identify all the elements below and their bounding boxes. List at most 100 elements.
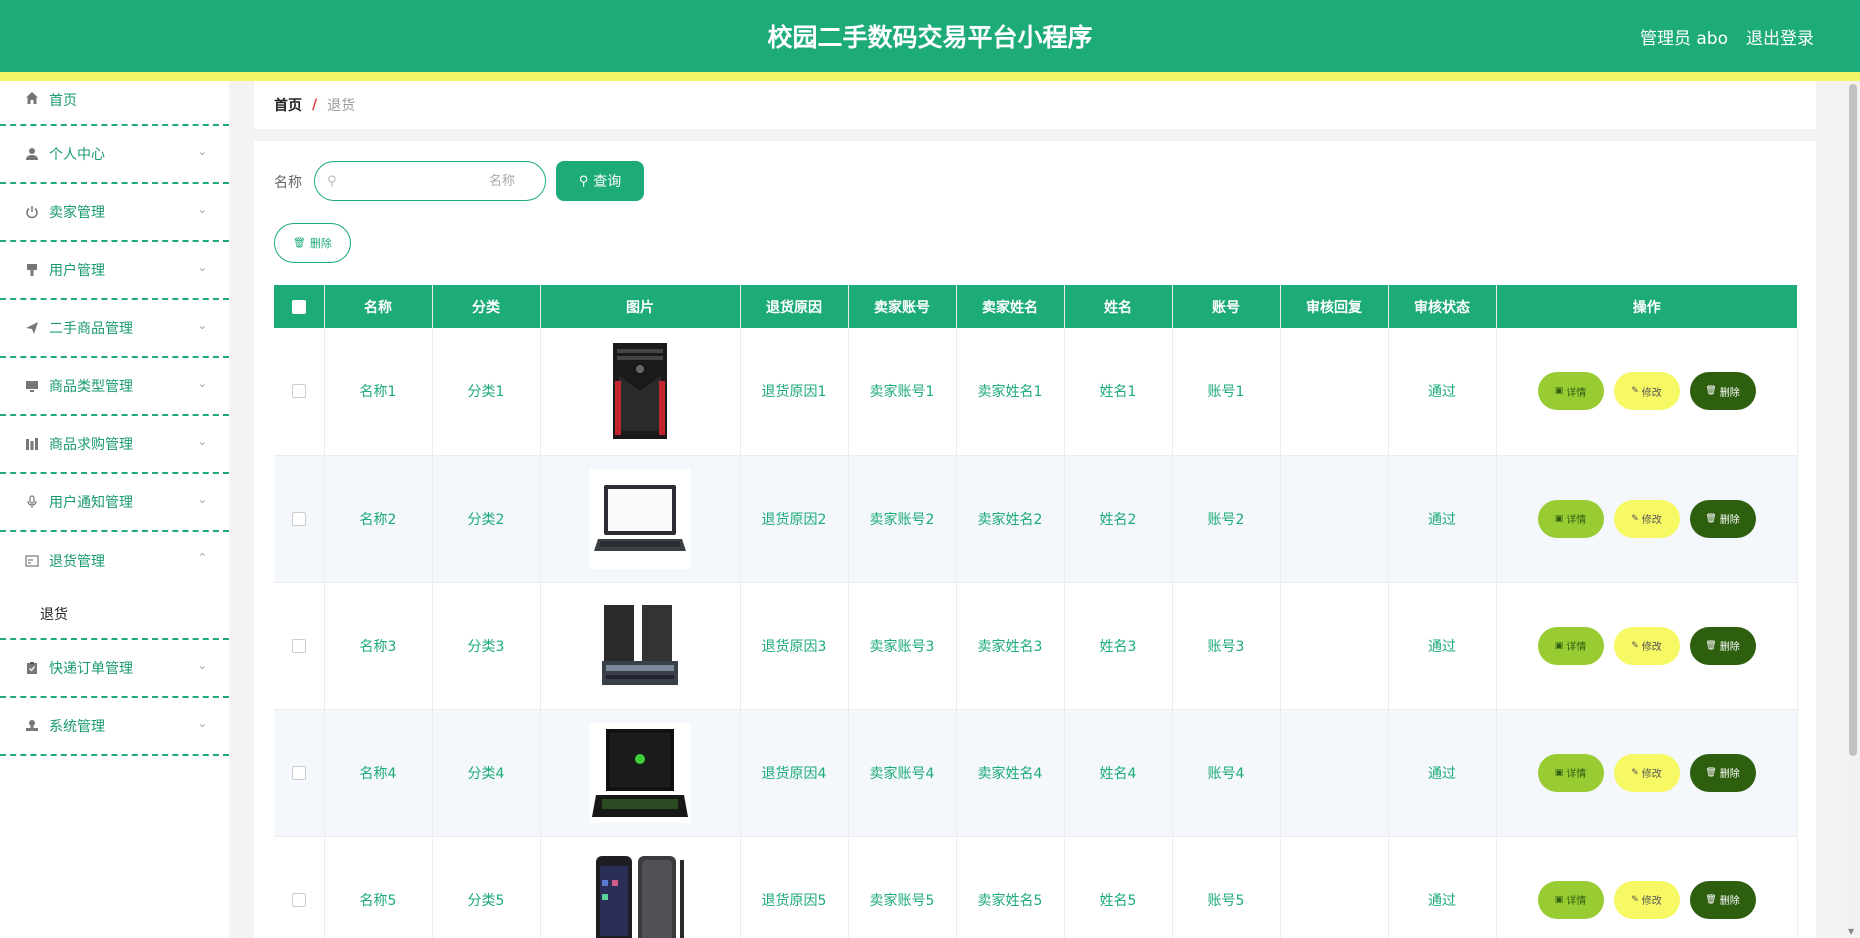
sidebar-item-system[interactable]: 系统管理 ⌄	[0, 698, 229, 756]
edit-button[interactable]: ✎ 修改	[1613, 753, 1680, 792]
document-icon: ▣	[1554, 513, 1564, 524]
cell-reason: 退货原因1	[740, 328, 849, 456]
row-checkbox-cell	[274, 455, 325, 583]
sidebar-item-users[interactable]: 用户管理 ⌄	[0, 242, 229, 300]
sidebar-item-returns[interactable]: 退货管理 ⌃	[0, 532, 229, 590]
scroll-down-icon[interactable]: ▼	[1848, 927, 1854, 936]
delete-button[interactable]: 🗑 删除	[1689, 499, 1756, 538]
sidebar-item-label: 退货管理	[49, 554, 105, 570]
chevron-down-icon: ⌄	[197, 145, 207, 158]
sidebar-item-label: 商品求购管理	[49, 437, 133, 453]
row-checkbox[interactable]	[291, 892, 306, 907]
top-header: 校园二手数码交易平台小程序 管理员 abo 退出登录	[0, 0, 1860, 81]
sidebar-item-label: 首页	[49, 93, 77, 109]
row-checkbox[interactable]	[291, 511, 306, 526]
sidebar-item-purchase-request[interactable]: 商品求购管理 ⌄	[0, 416, 229, 474]
chevron-down-icon: ⌄	[197, 377, 207, 390]
sidebar-item-home[interactable]: 首页	[0, 81, 229, 126]
edit-button[interactable]: ✎ 修改	[1613, 372, 1680, 411]
sidebar-item-notification[interactable]: 用户通知管理 ⌄	[0, 474, 229, 532]
pc-tower-image	[590, 341, 690, 441]
edit-button[interactable]: ✎ 修改	[1613, 626, 1680, 665]
edit-button[interactable]: ✎ 修改	[1613, 499, 1680, 538]
vertical-scrollbar[interactable]: ▼	[1846, 81, 1860, 938]
detail-button[interactable]: ▣ 详情	[1537, 753, 1604, 792]
cell-account: 账号4	[1172, 709, 1281, 837]
select-all-checkbox[interactable]	[291, 299, 306, 314]
detail-button[interactable]: ▣ 详情	[1537, 626, 1604, 665]
submenu-item-returns[interactable]: 退货	[0, 590, 229, 640]
delete-button[interactable]: 🗑 删除	[1689, 372, 1756, 411]
detail-button[interactable]: ▣ 详情	[1537, 499, 1604, 538]
detail-button[interactable]: ▣ 详情	[1537, 372, 1604, 411]
delete-label: 删除	[1719, 387, 1740, 399]
chevron-down-icon: ⌄	[197, 203, 207, 216]
cell-reason: 退货原因2	[740, 455, 849, 583]
sidebar-item-label: 二手商品管理	[49, 321, 133, 337]
search-button[interactable]: ⚲ 查询	[556, 161, 644, 201]
edit-button[interactable]: ✎ 修改	[1613, 880, 1680, 919]
pencil-icon: ✎	[1631, 386, 1639, 397]
chevron-down-icon: ⌄	[197, 659, 207, 672]
home-icon	[24, 90, 40, 106]
cell-image	[540, 709, 741, 837]
breadcrumb-home[interactable]: 首页	[274, 95, 302, 115]
row-checkbox[interactable]	[291, 765, 306, 780]
clipboard-icon	[24, 660, 40, 676]
cell-status: 通过	[1388, 582, 1497, 710]
col-header: 操作	[1496, 285, 1797, 328]
app-title: 校园二手数码交易平台小程序	[767, 23, 1093, 52]
microphone-icon	[24, 494, 40, 510]
cell-actions: ▣ 详情 ✎ 修改 🗑 删除	[1496, 455, 1798, 583]
scrollbar-thumb[interactable]	[1849, 84, 1857, 756]
batch-delete-button[interactable]: 🗑 删除	[274, 223, 351, 263]
cell-account: 账号5	[1172, 836, 1281, 938]
sidebar-item-express-orders[interactable]: 快递订单管理 ⌄	[0, 640, 229, 698]
cell-name: 名称1	[324, 328, 433, 456]
search-icon: ⚲	[327, 173, 337, 189]
chevron-down-icon: ⌄	[197, 261, 207, 274]
sidebar-item-goods-type[interactable]: 商品类型管理 ⌄	[0, 358, 229, 416]
cell-reply	[1280, 836, 1389, 938]
row-checkbox[interactable]	[291, 638, 306, 653]
cell-category: 分类1	[432, 328, 541, 456]
delete-label: 删除	[1719, 769, 1740, 780]
chevron-up-icon: ⌃	[197, 551, 207, 564]
cell-image	[540, 455, 741, 583]
cell-actions: ▣ 详情 ✎ 修改 🗑 删除	[1496, 582, 1798, 710]
sidebar-item-secondhand-goods[interactable]: 二手商品管理 ⌄	[0, 300, 229, 358]
col-header: 审核状态	[1388, 285, 1497, 328]
cell-reply	[1280, 328, 1389, 456]
row-checkbox[interactable]	[291, 384, 306, 399]
detail-label: 详情	[1566, 515, 1587, 526]
logout-button[interactable]: 退出登录	[1746, 24, 1814, 49]
detail-label: 详情	[1566, 642, 1587, 653]
cell-name: 名称3	[324, 582, 433, 710]
search-input[interactable]	[336, 173, 515, 189]
detail-button[interactable]: ▣ 详情	[1537, 880, 1604, 919]
cell-person-name: 姓名1	[1064, 328, 1173, 456]
breadcrumb-separator: /	[312, 97, 318, 113]
trash-icon: 🗑	[1705, 386, 1717, 397]
col-header: 分类	[432, 285, 541, 328]
delete-button[interactable]: 🗑 删除	[1689, 626, 1756, 665]
cell-status: 通过	[1388, 709, 1497, 837]
table-row: 名称1 分类1 退货原因1 卖家账号1 卖家姓名1 姓名1 账号1 通过 ▣ 详…	[274, 328, 1798, 456]
sidebar-item-personal[interactable]: 个人中心 ⌄	[0, 126, 229, 184]
chart-icon	[24, 436, 40, 452]
speakers-image	[590, 596, 690, 696]
delete-button[interactable]: 🗑 删除	[1689, 880, 1756, 919]
cell-actions: ▣ 详情 ✎ 修改 🗑 删除	[1496, 709, 1798, 837]
sidebar-item-seller[interactable]: 卖家管理 ⌄	[0, 184, 229, 242]
delete-label: 删除	[1719, 515, 1740, 526]
cell-name: 名称4	[324, 709, 433, 837]
send-icon	[24, 320, 40, 336]
delete-button[interactable]: 🗑 删除	[1689, 753, 1756, 792]
cell-actions: ▣ 详情 ✎ 修改 🗑 删除	[1496, 836, 1798, 938]
brush-icon	[24, 262, 40, 278]
chevron-down-icon: ⌄	[197, 493, 207, 506]
col-header: 名称	[324, 285, 433, 328]
sidebar-item-label: 快递订单管理	[49, 661, 133, 677]
trash-icon: 🗑	[1705, 894, 1717, 905]
cell-reply	[1280, 455, 1389, 583]
